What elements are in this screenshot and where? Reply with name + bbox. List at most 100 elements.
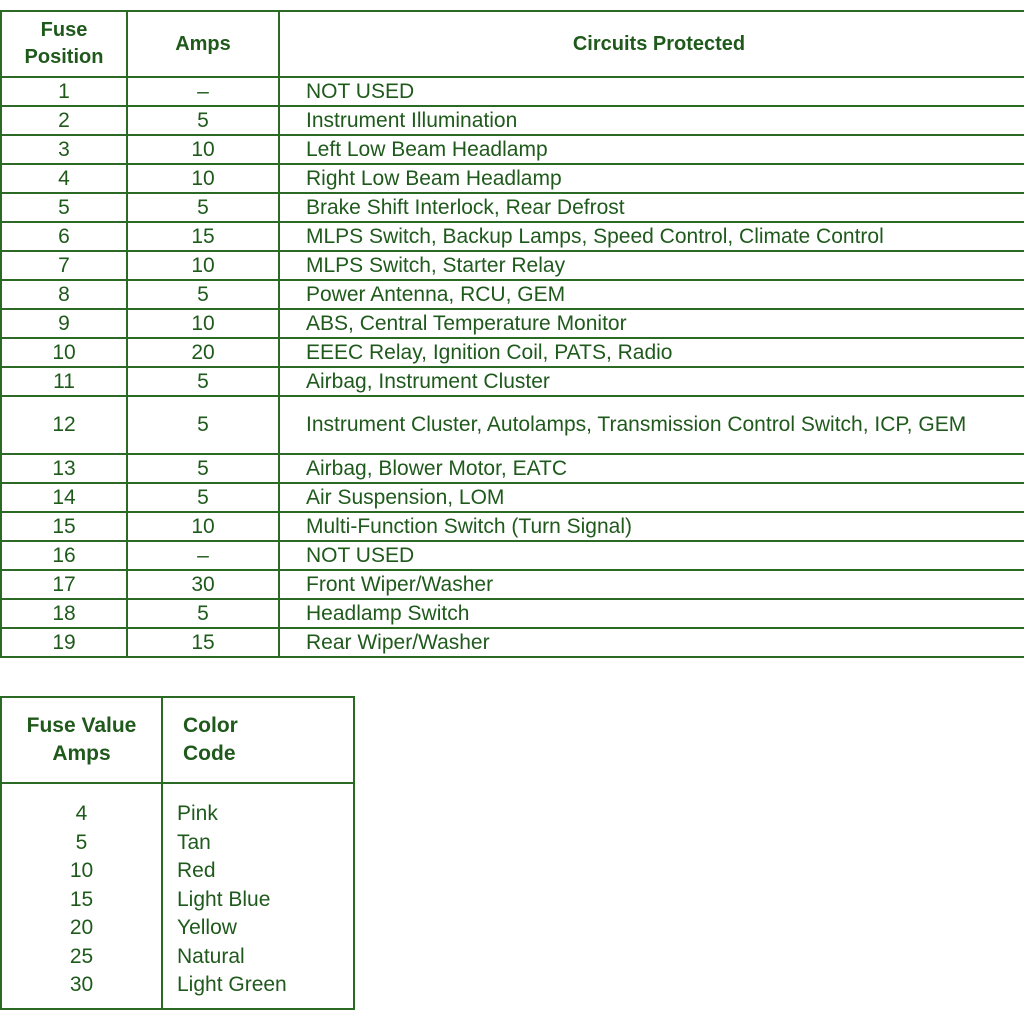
fuse-position-cell: 1 [0, 76, 128, 107]
header-color-code: Color Code [161, 696, 355, 784]
fuse-position-cell: 8 [0, 279, 128, 310]
fuse-row: 9 10 ABS, Central Temperature Monitor [0, 308, 1024, 339]
fuse-amps-cell: 5 [126, 192, 280, 223]
circuits-protected-cell: NOT USED [278, 76, 1024, 107]
fuse-row: 15 10 Multi-Function Switch (Turn Signal) [0, 511, 1024, 542]
fuse-row: 18 5 Headlamp Switch [0, 598, 1024, 629]
circuits-protected-cell: Left Low Beam Headlamp [278, 134, 1024, 165]
fuse-row: 5 5 Brake Shift Interlock, Rear Defrost [0, 192, 1024, 223]
fuse-amps-cell: 10 [126, 163, 280, 194]
fuse-value-amps: 10 [69, 859, 94, 882]
fuse-row: 8 5 Power Antenna, RCU, GEM [0, 279, 1024, 310]
circuits-protected-cell: Instrument Cluster, Autolamps, Transmiss… [278, 395, 1024, 455]
header-fuse-position-line2: Position [24, 46, 104, 68]
header-color-code-line2: Code [183, 742, 236, 765]
fuse-amps-cell: 10 [126, 250, 280, 281]
fuse-position-cell: 15 [0, 511, 128, 542]
header-color-code-line1: Color [183, 714, 238, 737]
fuse-table: Fuse Position Amps Circuits Protected 1–… [0, 10, 1024, 658]
fuse-row: 10 20 EEEC Relay, Ignition Coil, PATS, Rad… [0, 337, 1024, 368]
header-fuse-position: Fuse Position [0, 10, 128, 78]
fuse-row: 13 5 Airbag, Blower Motor, EATC [0, 453, 1024, 484]
fuse-value-amps: 25 [69, 944, 94, 968]
fuse-color-name: Tan [177, 830, 211, 854]
fuse-position-cell: 18 [0, 598, 128, 629]
fuse-row: 3 10 Left Low Beam Headlamp [0, 134, 1024, 165]
fuse-row: 11 5 Airbag, Instrument Cluster [0, 366, 1024, 397]
fuse-position-cell: 7 [0, 250, 128, 281]
color-code-column: Pink Tan Red Light Blue Yellow Natural Light G… [161, 782, 355, 1010]
fuse-amps-cell: – [126, 76, 280, 107]
fuse-amps-cell: 5 [126, 105, 280, 136]
fuse-position-cell: 19 [0, 627, 128, 658]
circuits-protected-cell: Right Low Beam Headlamp [278, 163, 1024, 194]
circuits-protected-cell: Instrument Illumination [278, 105, 1024, 136]
fuse-color-name: Pink [177, 802, 218, 825]
circuits-protected-cell: Airbag, Instrument Cluster [278, 366, 1024, 397]
circuits-protected-cell: Headlamp Switch [278, 598, 1024, 629]
fuse-position-cell: 9 [0, 308, 128, 339]
header-amps: Amps [126, 10, 280, 78]
fuse-row: 14 5 Air Suspension, LOM [0, 482, 1024, 513]
circuits-protected-cell: EEEC Relay, Ignition Coil, PATS, Radio [278, 337, 1024, 368]
fuse-table-body: 1– NOT USED 2 5 Instrument Illumination 3 10 Le… [0, 76, 1024, 658]
circuits-protected-cell: ABS, Central Temperature Monitor [278, 308, 1024, 339]
fuse-value-column: 4 5 10 15 20 25 30 [0, 782, 163, 1010]
fuse-amps-cell: 5 [126, 395, 280, 455]
fuse-value-amps: 15 [69, 887, 94, 911]
circuits-protected-cell: MLPS Switch, Backup Lamps, Speed Control… [278, 221, 1024, 252]
fuse-color-name: Yellow [177, 916, 237, 939]
color-table-header: Fuse Value Amps Color Code [0, 696, 355, 784]
fuse-table-header: Fuse Position Amps Circuits Protected [0, 10, 1024, 78]
fuse-position-cell: 10 [0, 337, 128, 368]
fuse-row: 19 15 Rear Wiper/Washer [0, 627, 1024, 658]
fuse-color-name: Red [177, 859, 216, 882]
fuse-row: 6 15 MLPS Switch, Backup Lamps, Speed Cont… [0, 221, 1024, 252]
fuse-value-amps: 30 [69, 973, 94, 996]
circuits-protected-cell: Power Antenna, RCU, GEM [278, 279, 1024, 310]
fuse-amps-cell: 30 [126, 569, 280, 600]
fuse-position-cell: 16 [0, 540, 128, 571]
circuits-protected-cell: Brake Shift Interlock, Rear Defrost [278, 192, 1024, 223]
fuse-amps-cell: 5 [126, 279, 280, 310]
fuse-row: 7 10 MLPS Switch, Starter Relay [0, 250, 1024, 281]
fuse-color-name: Natural [177, 944, 245, 968]
fuse-amps-cell: – [126, 540, 280, 571]
header-fuse-value-line2: Amps [52, 742, 111, 765]
fuse-value-amps: 5 [75, 830, 88, 854]
color-code-table: Fuse Value Amps Color Code 4 5 10 15 20 25 30 … [0, 696, 355, 1010]
fuse-color-name: Light Green [177, 973, 287, 996]
fuse-value-amps: 20 [69, 916, 94, 939]
fuse-row: 2 5 Instrument Illumination [0, 105, 1024, 136]
fuse-value-amps: 4 [75, 802, 88, 825]
fuse-position-cell: 17 [0, 569, 128, 600]
fuse-position-cell: 13 [0, 453, 128, 484]
circuits-protected-cell: Multi-Function Switch (Turn Signal) [278, 511, 1024, 542]
header-circuits-protected: Circuits Protected [278, 10, 1024, 78]
fuse-position-cell: 5 [0, 192, 128, 223]
fuse-amps-cell: 5 [126, 366, 280, 397]
fuse-position-cell: 3 [0, 134, 128, 165]
fuse-amps-cell: 10 [126, 308, 280, 339]
circuits-protected-cell: NOT USED [278, 540, 1024, 571]
fuse-amps-cell: 20 [126, 337, 280, 368]
fuse-position-cell: 4 [0, 163, 128, 194]
fuse-color-name: Light Blue [177, 887, 271, 911]
header-fuse-position-line1: Fuse [40, 19, 88, 41]
header-fuse-value-amps: Fuse Value Amps [0, 696, 163, 784]
header-fuse-value-line1: Fuse Value [26, 714, 137, 737]
fuse-row: 1– NOT USED [0, 76, 1024, 107]
color-table-body-row: 4 5 10 15 20 25 30 Pink Tan Red Light Blue Yellow N… [0, 782, 355, 1010]
circuits-protected-cell: MLPS Switch, Starter Relay [278, 250, 1024, 281]
circuits-protected-cell: Front Wiper/Washer [278, 569, 1024, 600]
fuse-row: 17 30 Front Wiper/Washer [0, 569, 1024, 600]
fuse-amps-cell: 5 [126, 598, 280, 629]
fuse-amps-cell: 10 [126, 511, 280, 542]
fuse-position-cell: 6 [0, 221, 128, 252]
fuse-row: 16– NOT USED [0, 540, 1024, 571]
fuse-amps-cell: 15 [126, 221, 280, 252]
fuse-row: 12 5 Instrument Cluster, Autolamps, Transm… [0, 395, 1024, 455]
circuits-protected-cell: Rear Wiper/Washer [278, 627, 1024, 658]
circuits-protected-cell: Airbag, Blower Motor, EATC [278, 453, 1024, 484]
fuse-position-cell: 14 [0, 482, 128, 513]
